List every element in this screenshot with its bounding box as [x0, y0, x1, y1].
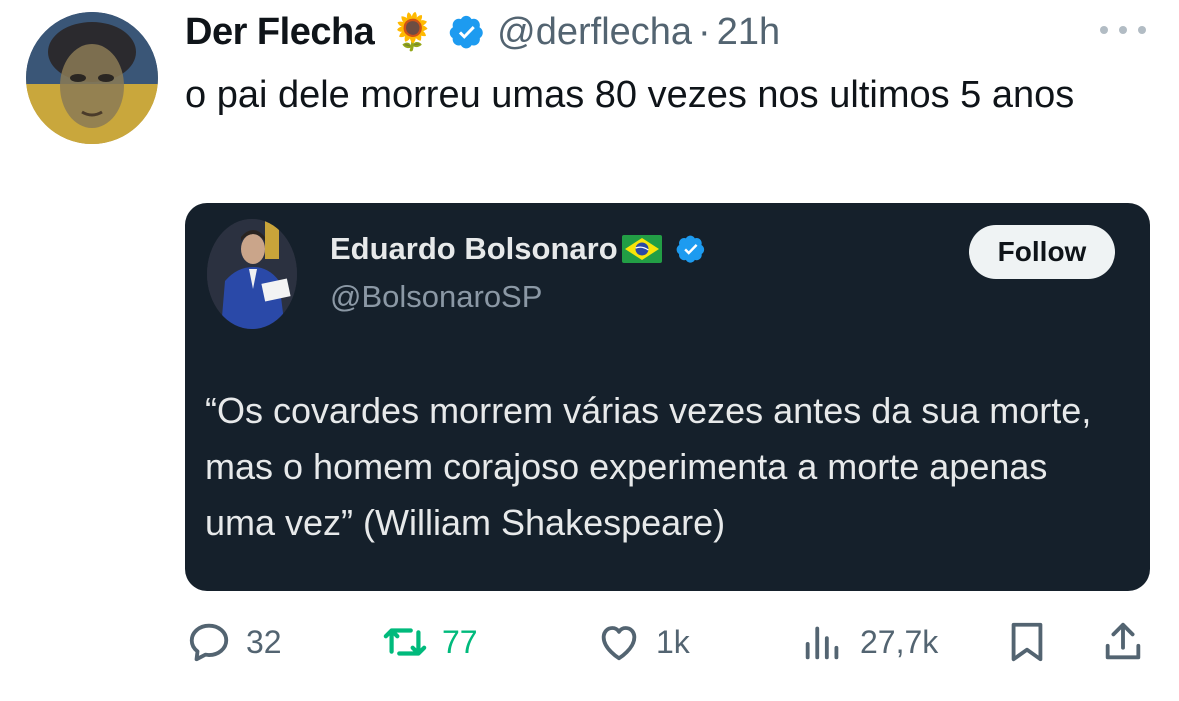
verified-badge-icon[interactable]	[449, 14, 485, 50]
quoted-tweet-card[interactable]: Eduardo Bolsonaro @BolsonaroSP Follow “O…	[185, 203, 1150, 591]
retweet-button[interactable]: 77	[382, 612, 478, 672]
more-dot	[1119, 26, 1127, 34]
like-button[interactable]: 1k	[596, 612, 690, 672]
quoted-author-name[interactable]: Eduardo Bolsonaro	[330, 231, 618, 267]
action-bar: 32 77 1k 27,7k	[0, 612, 1179, 672]
separator-dot: ·	[698, 10, 711, 53]
like-count: 1k	[656, 623, 690, 660]
retweet-icon	[383, 628, 427, 656]
share-icon	[1105, 622, 1141, 660]
views-count: 27,7k	[860, 623, 939, 660]
heart-icon	[601, 626, 637, 661]
views-button[interactable]: 27,7k	[800, 612, 938, 672]
reply-count: 32	[246, 623, 282, 660]
author-avatar[interactable]	[26, 12, 158, 144]
tweet-timestamp[interactable]: 21h	[717, 11, 780, 54]
quoted-verified-badge-icon[interactable]	[676, 234, 706, 264]
quoted-author-name-row: Eduardo Bolsonaro	[330, 231, 706, 267]
quoted-author-handle[interactable]: @BolsonaroSP	[330, 279, 542, 315]
bookmark-button[interactable]	[1004, 612, 1050, 672]
more-options-icon[interactable]	[1100, 18, 1146, 42]
tweet-text: o pai dele morreu umas 80 vezes nos ulti…	[185, 74, 1075, 116]
follow-button[interactable]: Follow	[969, 225, 1115, 279]
avatar-image	[26, 12, 158, 144]
author-name[interactable]: Der Flecha	[185, 11, 375, 54]
reply-button[interactable]: 32	[186, 612, 282, 672]
quoted-author-avatar[interactable]	[207, 219, 297, 329]
more-dot	[1138, 26, 1146, 34]
quoted-avatar-image	[207, 219, 297, 329]
share-button[interactable]	[1100, 612, 1146, 672]
reply-icon	[189, 623, 229, 662]
brazil-flag-icon	[621, 235, 662, 263]
bookmark-icon	[1011, 622, 1043, 662]
tweet: Der Flecha 🌻 @derflecha · 21h o pai dele…	[0, 0, 1179, 701]
quoted-tweet-text: “Os covardes morrem várias vezes antes d…	[205, 390, 1092, 543]
views-chart-icon	[805, 626, 839, 660]
sunflower-emoji: 🌻	[390, 11, 436, 52]
tweet-header: Der Flecha 🌻 @derflecha · 21h	[185, 6, 780, 58]
author-handle[interactable]: @derflecha	[497, 11, 692, 54]
retweet-count: 77	[442, 623, 478, 660]
more-dot	[1100, 26, 1108, 34]
